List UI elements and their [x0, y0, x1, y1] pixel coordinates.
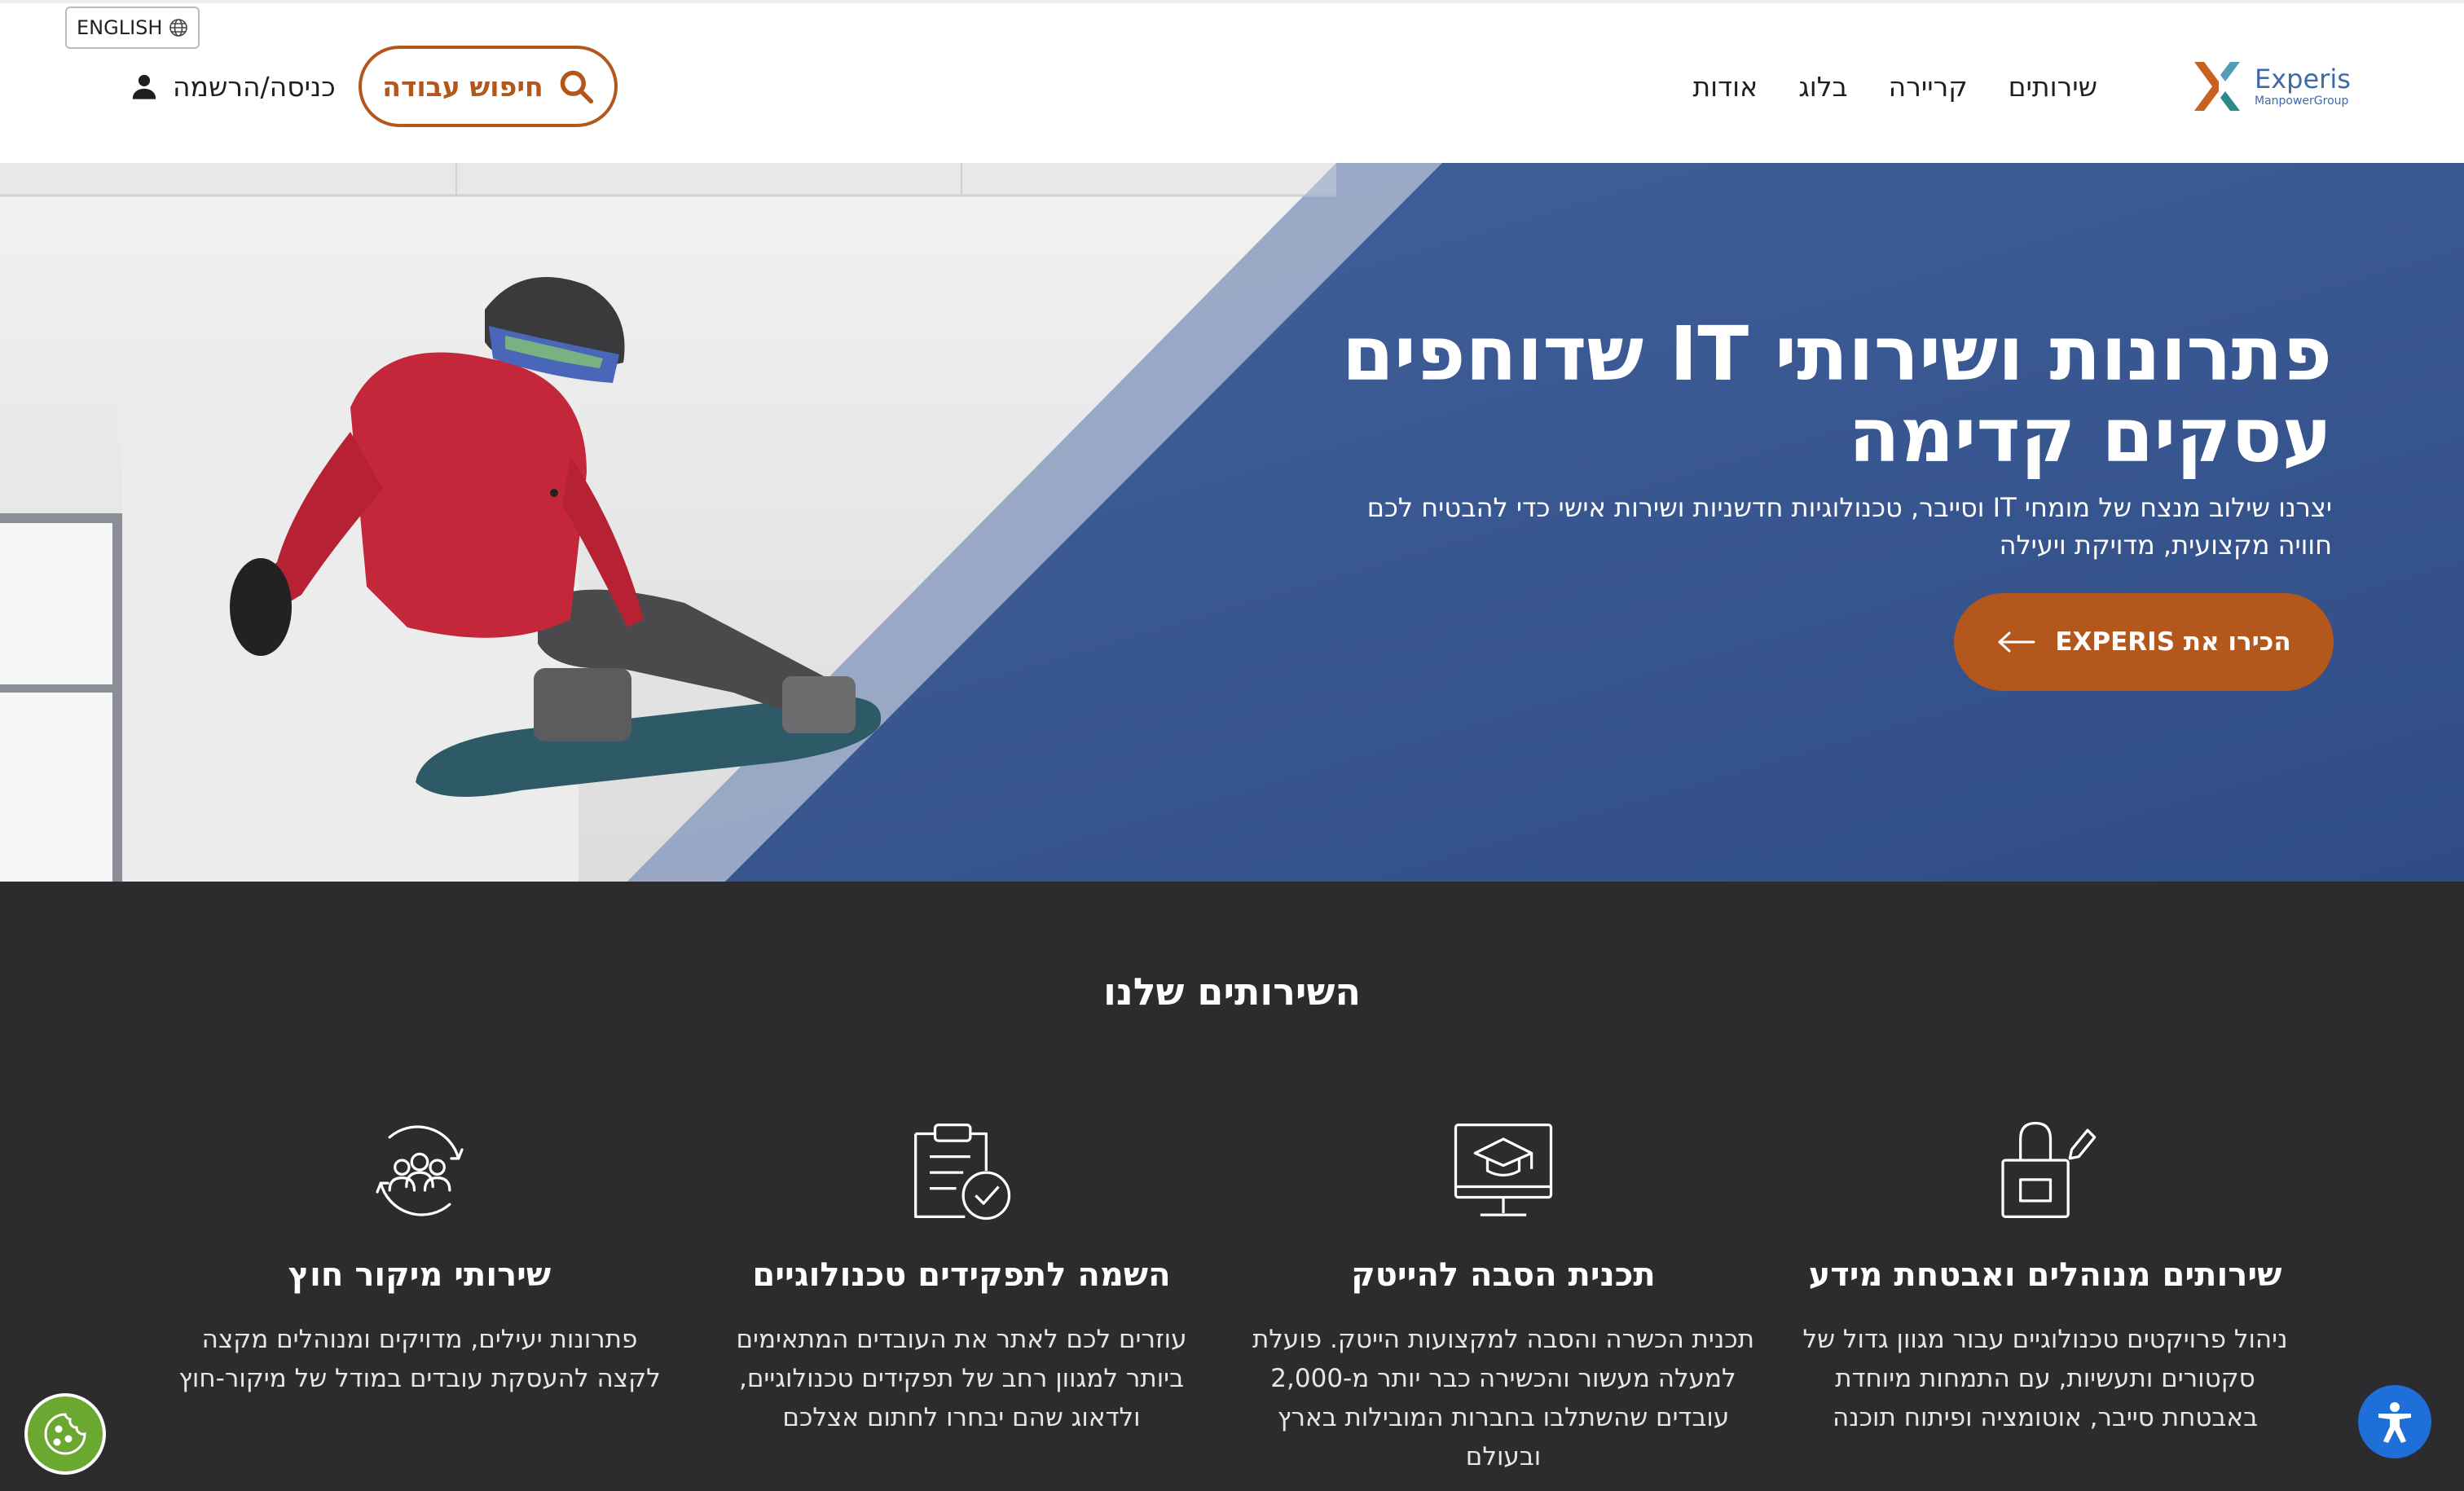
service-description: תכנית הכשרה והסבה למקצועות הייטק. פועלת …: [1252, 1325, 1755, 1471]
graduation-monitor-icon: [1454, 1124, 1553, 1216]
site-header: ENGLISH כניסה/הרשמה חיפוש עבודה שירותים …: [0, 0, 2464, 163]
cookie-icon: [44, 1413, 86, 1455]
services-title: השירותים שלנו: [1103, 970, 1361, 1014]
service-managed-security[interactable]: שירותים מנוהלים ואבטחת מידע ניהול פרויקט…: [1793, 1118, 2298, 1437]
job-search-button[interactable]: חיפוש עבודה: [359, 46, 618, 127]
job-search-label: חיפוש עבודה: [382, 70, 543, 103]
accessibility-icon: [2378, 1402, 2411, 1443]
services-section: השירותים שלנו שירותים מנוהלים ואבטחת מיד…: [0, 882, 2464, 1491]
nav-item-blog[interactable]: בלוג: [1798, 71, 1847, 103]
service-title: תכנית הסבה להייטק: [1351, 1256, 1656, 1294]
service-title: שירותים מנוהלים ואבטחת מידע: [1808, 1256, 2282, 1294]
nav-item-about[interactable]: אודות: [1692, 71, 1758, 103]
arrow-left-icon: [1998, 631, 2035, 653]
lock-pen-icon: [2001, 1121, 2097, 1218]
experis-logo[interactable]: Experis ManpowerGroup: [2188, 54, 2375, 119]
service-title: השמה לתפקידים טכנולוגיים: [752, 1256, 1171, 1294]
logo-subtitle: ManpowerGroup: [2255, 95, 2349, 108]
hero-section: פתרונות ושירותי IT שדוחפים עסקים קדימה י…: [0, 163, 2464, 882]
service-hitech-retraining[interactable]: תכנית הסבה להייטק תכנית הכשרה והסבה למקצ…: [1251, 1118, 1756, 1476]
login-label: כניסה/הרשמה: [173, 70, 336, 103]
search-icon: [560, 70, 593, 104]
service-description: פתרונות יעילים, מדויקים ומנוהלים מקצה לק…: [178, 1325, 661, 1393]
logo-name: Experis: [2255, 64, 2351, 95]
meet-experis-label: הכירו את EXPERIS: [2055, 627, 2291, 657]
hero-description: יצרנו שילוב מנצח של מומחי IT וסייבר, טכנ…: [1366, 492, 2332, 561]
service-tech-placement[interactable]: השמה לתפקידים טכנולוגיים עוזרים לכם לאתר…: [709, 1118, 1214, 1437]
clipboard-check-icon: [914, 1124, 1011, 1221]
nav-item-career[interactable]: קריירה: [1889, 71, 1968, 103]
service-title: שירותי מיקור חוץ: [288, 1256, 552, 1294]
cookie-settings-button[interactable]: [24, 1393, 106, 1475]
service-description: עוזרים לכם לאתר את העובדים המתאימים ביות…: [736, 1325, 1187, 1432]
globe-icon: [169, 19, 188, 37]
main-nav: שירותים קריירה בלוג אודות: [1692, 60, 2097, 112]
accessibility-button[interactable]: [2358, 1385, 2431, 1458]
hero-title: פתרונות ושירותי IT שדוחפים עסקים קדימה: [1341, 310, 2332, 479]
language-toggle-button[interactable]: ENGLISH: [65, 7, 200, 49]
user-icon: [132, 74, 156, 99]
service-description: ניהול פרויקטים טכנולוגיים עבור מגוון גדו…: [1802, 1325, 2288, 1432]
login-register-link[interactable]: כניסה/הרשמה: [130, 64, 336, 109]
meet-experis-button[interactable]: הכירו את EXPERIS: [1954, 593, 2334, 691]
language-label: ENGLISH: [77, 16, 163, 39]
people-cycle-icon: [376, 1125, 464, 1216]
nav-item-services[interactable]: שירותים: [2009, 71, 2097, 103]
service-outsourcing[interactable]: שירותי מיקור חוץ פתרונות יעילים, מדויקים…: [167, 1118, 672, 1398]
experis-x-logo-icon: [2194, 62, 2240, 111]
